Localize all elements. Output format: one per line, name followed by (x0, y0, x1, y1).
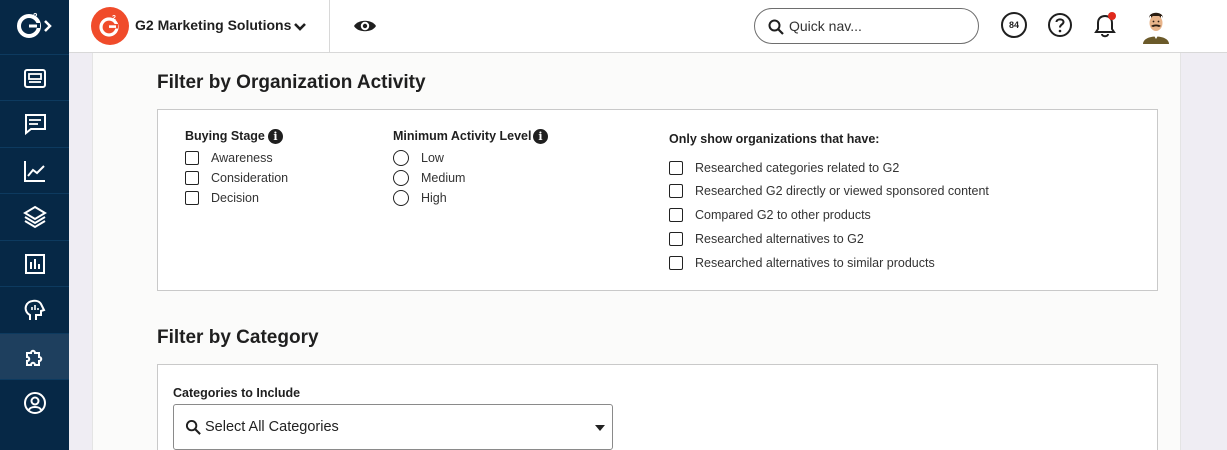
radio-button[interactable] (393, 170, 409, 186)
top-bar: 2 G2 Marketing Solutions 84 (69, 0, 1227, 53)
user-avatar[interactable] (1139, 6, 1173, 44)
reports-icon (24, 253, 45, 274)
only-show-option[interactable]: Researched alternatives to G2 (669, 232, 864, 246)
buying-stage-option[interactable]: Consideration (185, 171, 288, 185)
org-activity-title: Filter by Organization Activity (157, 72, 426, 93)
g2-badge-icon: 2 (99, 15, 119, 37)
buying-stage-option[interactable]: Decision (185, 191, 259, 205)
buying-stage-option[interactable]: Awareness (185, 151, 273, 165)
help-icon[interactable] (1047, 12, 1073, 38)
only-show-option[interactable]: Compared G2 to other products (669, 208, 871, 222)
rail-item-account[interactable] (0, 379, 69, 425)
min-activity-label: Minimum Activity Level (393, 129, 532, 143)
min-activity-option[interactable]: Low (393, 150, 444, 166)
only-show-label: Only show organizations that have: (669, 132, 880, 146)
buying-stage-info-icon[interactable]: i (268, 129, 283, 144)
min-activity-info-icon[interactable]: i (533, 129, 548, 144)
radio-button[interactable] (393, 150, 409, 166)
search-icon (768, 19, 784, 35)
profile-score-badge[interactable]: 84 (1001, 12, 1027, 38)
account-icon (23, 391, 46, 414)
reviews-icon (24, 113, 46, 135)
org-activity-card: Buying Stage i Awareness Consideration D… (157, 109, 1158, 291)
integrations-icon (25, 349, 42, 366)
checkbox[interactable] (185, 171, 199, 185)
checkbox[interactable] (185, 191, 199, 205)
rail-item-buyer-intent[interactable] (0, 286, 69, 332)
search-icon (185, 419, 201, 435)
eye-icon[interactable] (352, 14, 378, 38)
checkbox[interactable] (669, 232, 683, 246)
caret-down-icon[interactable] (595, 425, 605, 431)
topbar-divider (329, 0, 330, 53)
rail-item-reviews[interactable] (0, 100, 69, 146)
checkbox[interactable] (669, 208, 683, 222)
g2-logo-icon: 2 (16, 12, 52, 38)
svg-text:2: 2 (112, 15, 116, 22)
buyer-intent-icon (24, 299, 45, 320)
categories-include-label: Categories to Include (173, 386, 301, 400)
rail-item-integrations[interactable] (0, 333, 69, 379)
page-scrollbar[interactable] (1209, 53, 1227, 450)
rail-item-analytics[interactable] (0, 147, 69, 193)
min-activity-option[interactable]: High (393, 190, 447, 206)
min-activity-option[interactable]: Medium (393, 170, 465, 186)
only-show-option[interactable]: Researched G2 directly or viewed sponsor… (669, 184, 989, 198)
quick-nav[interactable] (754, 8, 979, 44)
svg-text:2: 2 (33, 12, 38, 21)
rail-item-dashboard[interactable] (0, 54, 69, 100)
chevron-down-icon[interactable] (291, 18, 309, 36)
main-content: Filter by Organization Activity Buying S… (92, 53, 1181, 450)
buying-stage-label: Buying Stage (185, 129, 265, 143)
only-show-option[interactable]: Researched alternatives to similar produ… (669, 256, 935, 270)
checkbox[interactable] (185, 151, 199, 165)
checkbox[interactable] (669, 161, 683, 175)
rail-item-layers[interactable] (0, 193, 69, 239)
checkbox[interactable] (669, 184, 683, 198)
categories-select-value: Select All Categories (205, 419, 339, 435)
quick-nav-input[interactable] (789, 16, 959, 36)
g2-logo[interactable]: 2 (0, 0, 69, 50)
category-title: Filter by Category (157, 327, 319, 348)
radio-button[interactable] (393, 190, 409, 206)
layers-icon (22, 205, 47, 228)
checkbox[interactable] (669, 256, 683, 270)
brand-name[interactable]: G2 Marketing Solutions (135, 17, 291, 33)
dashboard-icon (23, 68, 46, 88)
notification-bell-icon[interactable] (1091, 10, 1119, 40)
categories-select[interactable]: Select All Categories (173, 404, 613, 450)
analytics-icon (23, 160, 45, 182)
rail-item-reports[interactable] (0, 240, 69, 286)
left-nav-rail: 2 (0, 0, 69, 450)
only-show-option[interactable]: Researched categories related to G2 (669, 161, 899, 175)
brand-logo[interactable]: 2 (91, 7, 129, 45)
